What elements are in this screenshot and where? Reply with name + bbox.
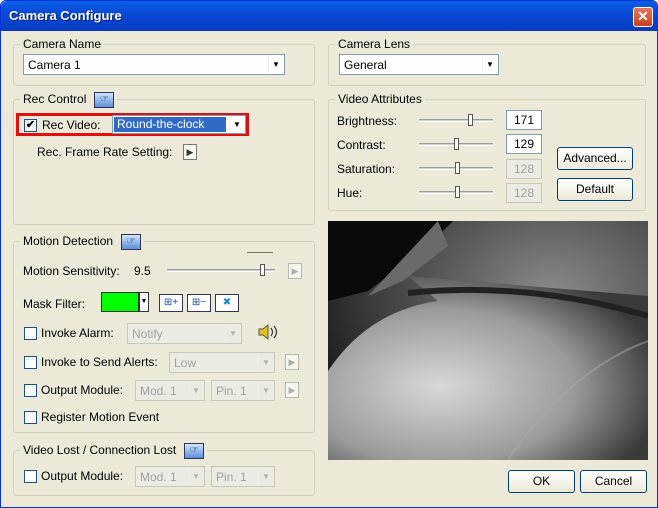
motion-sensitivity-play-button[interactable]: ▶ [288,263,302,279]
video-lost-module-value: Mod. 1 [140,470,177,484]
camera-preview-image [328,221,648,460]
chevron-down-icon: ▼ [225,325,240,342]
frame-rate-label: Rec. Frame Rate Setting: [37,145,173,159]
mask-remove-icon[interactable]: ⊞− [187,294,211,312]
hue-label: Hue: [337,186,363,200]
contrast-input[interactable]: 129 [506,134,542,154]
video-lost-pin-select[interactable]: Pin. 1 ▼ [211,466,275,487]
motion-sensitivity-slider-thumb[interactable] [260,264,265,276]
close-button[interactable]: ✕ [633,7,653,27]
rec-control-legend-wrap: Rec Control ☞ [20,91,118,108]
brightness-label: Brightness: [337,114,398,128]
motion-sensitivity-slider[interactable] [167,269,275,272]
output-module-checkbox[interactable] [24,384,37,397]
saturation-label: Saturation: [337,162,396,176]
invoke-alarm-value: Notify [132,327,163,341]
chevron-down-icon: ▼ [258,382,273,399]
video-lost-legend: Video Lost / Connection Lost [23,443,177,457]
saturation-slider-thumb[interactable] [455,162,460,174]
brightness-slider[interactable] [419,119,493,122]
motion-settings-icon[interactable]: ☞ [121,233,142,250]
mask-filter-label: Mask Filter: [23,297,86,311]
invoke-alerts-label: Invoke to Send Alerts: [41,355,158,369]
rec-video-checkbox[interactable]: ✔ [24,119,37,132]
camera-name-select[interactable]: Camera 1 ▼ [23,54,285,75]
chevron-down-icon: ▼ [229,117,244,132]
hue-slider-thumb[interactable] [455,186,460,198]
saturation-input[interactable]: 128 [506,159,542,179]
output-module-label: Output Module: [41,383,124,397]
motion-sensitivity-value: 9.5 [134,264,151,278]
chevron-down-icon: ▼ [268,56,283,73]
camera-configure-window: Camera Configure ✕ Camera Name Camera 1 … [0,0,658,508]
mask-color-dropdown[interactable]: ▼ [139,292,149,312]
frame-rate-play-button[interactable]: ▶ [183,144,197,160]
invoke-alerts-select[interactable]: Low ▼ [169,352,275,373]
output-pin-value: Pin. 1 [216,384,247,398]
camera-name-value: Camera 1 [28,58,81,72]
contrast-slider-thumb[interactable] [454,138,459,150]
motion-sensitivity-marker [247,252,273,255]
contrast-label: Contrast: [337,138,386,152]
register-motion-event-label: Register Motion Event [41,410,160,424]
mask-add-icon[interactable]: ⊞+ [159,294,183,312]
video-lost-output-label: Output Module: [41,469,124,483]
title-bar[interactable]: Camera Configure ✕ [1,1,657,31]
output-pin-select[interactable]: Pin. 1 ▼ [211,380,275,401]
camera-lens-value: General [344,58,387,72]
rec-video-label: Rec Video: [42,118,101,132]
camera-preview [328,221,648,460]
chevron-down-icon: ▼ [188,382,203,399]
chevron-down-icon: ▼ [482,56,497,73]
invoke-alerts-checkbox[interactable] [24,356,37,369]
window-title: Camera Configure [9,8,122,23]
hue-input[interactable]: 128 [506,183,542,203]
invoke-alarm-label: Invoke Alarm: [41,326,114,340]
schedule-icon[interactable]: ☞ [94,91,115,108]
speaker-icon[interactable] [257,321,281,343]
video-lost-settings-icon[interactable]: ☞ [184,442,205,459]
video-lost-output-checkbox[interactable] [24,470,37,483]
cancel-button[interactable]: Cancel [580,470,647,493]
rec-video-value: Round-the-clock [114,117,226,132]
ok-button[interactable]: OK [508,470,575,493]
motion-detection-legend-wrap: Motion Detection ☞ [20,233,145,250]
video-lost-module-select[interactable]: Mod. 1 ▼ [135,466,205,487]
default-button[interactable]: Default [557,178,633,201]
rec-control-legend: Rec Control [23,92,87,106]
chevron-down-icon: ▼ [188,468,203,485]
output-module-select[interactable]: Mod. 1 ▼ [135,380,205,401]
motion-sensitivity-label: Motion Sensitivity: [23,264,120,278]
mask-clear-icon[interactable]: ✖ [215,294,239,312]
brightness-slider-thumb[interactable] [468,114,473,126]
chevron-down-icon: ▼ [258,354,273,371]
invoke-alarm-select[interactable]: Notify ▼ [127,323,242,344]
video-lost-legend-wrap: Video Lost / Connection Lost ☞ [20,442,208,459]
brightness-input[interactable]: 171 [506,110,542,130]
video-attributes-legend: Video Attributes [335,92,425,107]
output-module-value: Mod. 1 [140,384,177,398]
camera-lens-select[interactable]: General ▼ [339,54,499,75]
chevron-down-icon: ▼ [258,468,273,485]
invoke-alarm-checkbox[interactable] [24,327,37,340]
motion-detection-legend: Motion Detection [23,234,114,248]
camera-name-legend: Camera Name [20,37,105,52]
camera-lens-legend: Camera Lens [335,37,414,52]
register-motion-event-checkbox[interactable] [24,411,37,424]
advanced-button[interactable]: Advanced... [557,147,633,170]
rec-video-select[interactable]: Round-the-clock ▼ [112,115,246,134]
mask-color-swatch[interactable] [101,292,139,312]
invoke-alerts-play-button[interactable]: ▶ [285,354,299,370]
output-module-play-button[interactable]: ▶ [285,382,299,398]
video-lost-pin-value: Pin. 1 [216,470,247,484]
invoke-alerts-value: Low [174,356,197,370]
